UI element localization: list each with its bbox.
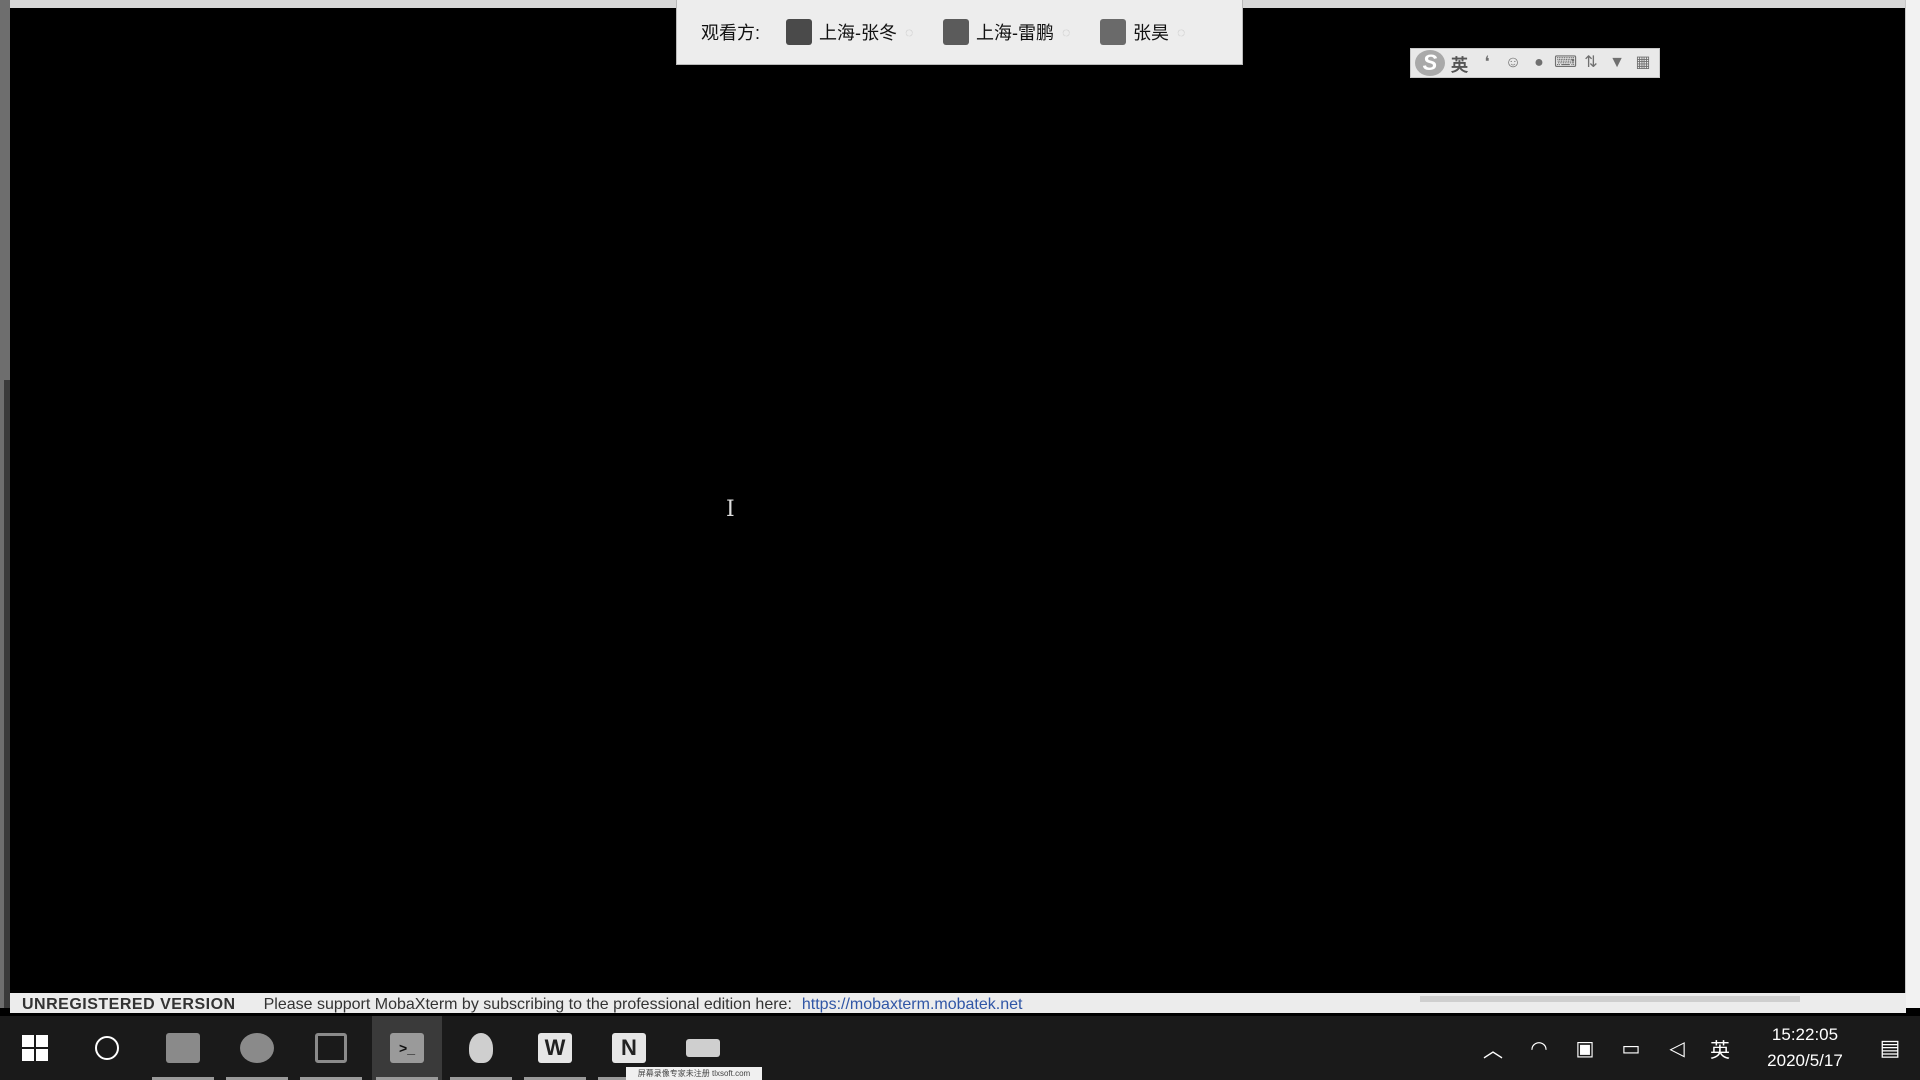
viewer-name: 上海-雷鹏	[976, 23, 1055, 43]
word-icon: W	[538, 1033, 572, 1063]
sync-icon[interactable]: ⇅	[1580, 52, 1602, 74]
clock-date: 2020/5/17	[1767, 1051, 1843, 1070]
window-right-edge	[1905, 0, 1920, 1008]
input-language-indicator[interactable]: 英	[1700, 1034, 1740, 1063]
show-hidden-icons-chevron-icon[interactable]: ︿	[1470, 1034, 1516, 1063]
taskbar: >_ W N ︿ ◠ ▣ ▭ ◁ 英 15:22:05 2020/5/17 ▤	[0, 1016, 1920, 1080]
ime-language-toggle[interactable]: 英	[1451, 51, 1468, 76]
status-scrollbar[interactable]	[1420, 996, 1800, 1002]
unregistered-label: UNREGISTERED VERSION	[22, 996, 236, 1013]
windows-icon	[22, 1035, 48, 1061]
taskbar-app-qq[interactable]	[446, 1016, 516, 1080]
mobaxterm-icon: >_	[390, 1033, 424, 1063]
system-tray: ︿ ◠ ▣ ▭ ◁ 英 15:22:05 2020/5/17 ▤	[1470, 1016, 1920, 1080]
onenote-icon: N	[612, 1033, 646, 1063]
viewers-label: 观看方:	[701, 23, 761, 43]
search-button[interactable]	[72, 1016, 142, 1080]
recorder-watermark: 屏幕录像专家未注册 tlxsoft.com	[626, 1067, 762, 1080]
terminal-area[interactable]	[10, 8, 1906, 1001]
avatar	[786, 19, 813, 45]
sogou-logo-icon[interactable]: S	[1415, 50, 1445, 76]
start-button[interactable]	[0, 1016, 70, 1080]
grid-icon[interactable]: ▦	[1632, 52, 1654, 74]
window-left-edge	[0, 0, 10, 1008]
skin-icon[interactable]: ▼	[1606, 52, 1628, 74]
viewer-item[interactable]: 上海-张冬 ◌	[786, 19, 921, 45]
keyboard-icon[interactable]: ⌨	[1554, 52, 1577, 74]
microphone-icon[interactable]: ●	[1528, 52, 1550, 74]
avatar	[943, 19, 970, 45]
file-explorer-icon	[166, 1033, 200, 1063]
firefox-icon	[240, 1033, 274, 1063]
text-cursor-icon: I	[726, 497, 735, 522]
speaker-icon: ◌	[1062, 24, 1071, 40]
task-view-icon	[315, 1033, 347, 1063]
ime-toolbar[interactable]: S 英 ❛ ☺ ● ⌨ ⇅ ▼ ▦	[1410, 48, 1660, 78]
viewer-name: 上海-张冬	[819, 23, 898, 43]
volume-icon[interactable]: ◁	[1654, 1036, 1700, 1061]
support-message: Please support MobaXterm by subscribing …	[263, 996, 792, 1013]
viewers-bar: 观看方: 上海-张冬 ◌ 上海-雷鹏 ◌ 张昊 ◌	[676, 0, 1243, 65]
cortana-icon	[95, 1036, 119, 1060]
taskbar-app-mobaxterm[interactable]: >_	[372, 1016, 442, 1080]
viewer-name: 张昊	[1133, 23, 1170, 43]
taskbar-app-taskview[interactable]	[296, 1016, 366, 1080]
speaker-icon: ◌	[1177, 24, 1186, 40]
taskbar-app-word[interactable]: W	[520, 1016, 590, 1080]
emoji-icon[interactable]: ☺	[1502, 52, 1524, 74]
taskbar-app-firefox[interactable]	[222, 1016, 292, 1080]
speaker-icon: ◌	[905, 24, 914, 40]
viewer-item[interactable]: 张昊 ◌	[1100, 19, 1193, 45]
recorder-icon	[686, 1039, 720, 1057]
notification-center-icon[interactable]: ▤	[1860, 1035, 1920, 1061]
avatar	[1100, 19, 1127, 45]
app-tray-icon[interactable]: ▣	[1562, 1036, 1608, 1061]
viewer-item[interactable]: 上海-雷鹏 ◌	[943, 19, 1078, 45]
status-bar: UNREGISTERED VERSION Please support Moba…	[10, 993, 1906, 1013]
clock[interactable]: 15:22:05 2020/5/17	[1750, 1022, 1860, 1074]
punctuation-icon[interactable]: ❛	[1476, 52, 1498, 74]
qq-icon	[469, 1033, 493, 1063]
subscribe-link[interactable]: https://mobaxterm.mobatek.net	[802, 996, 1023, 1013]
taskbar-app-explorer[interactable]	[148, 1016, 218, 1080]
wifi-icon[interactable]: ◠	[1516, 1036, 1562, 1061]
battery-icon[interactable]: ▭	[1608, 1036, 1654, 1061]
clock-time: 15:22:05	[1771, 1025, 1839, 1044]
